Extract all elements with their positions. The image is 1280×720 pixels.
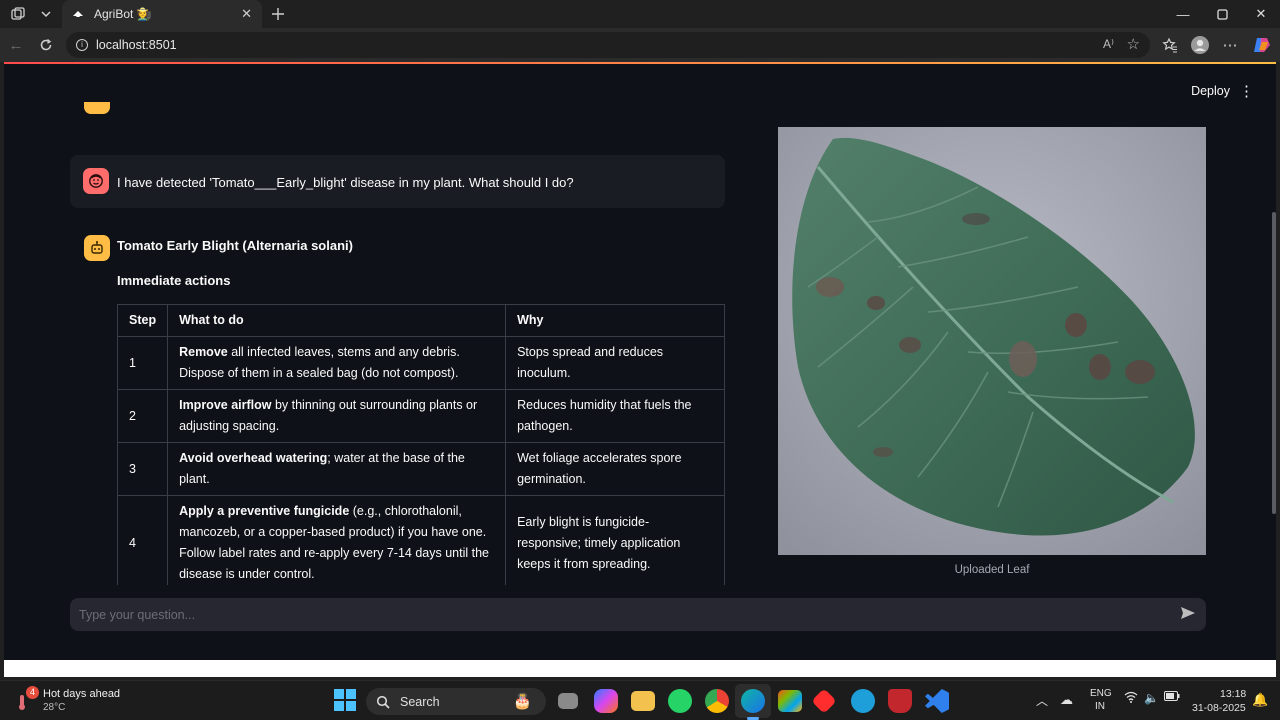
send-icon[interactable] [1180,605,1196,625]
browser-toolbar: ← i localhost:8501 A⁾ ☆ ⋯ [0,28,1280,62]
why-cell: Stops spread and reduces inoculum. [505,336,725,390]
step-cell: 2 [116,389,169,443]
tab-actions-chevron-icon[interactable] [34,2,58,26]
scroll-clip [4,585,764,595]
back-arrow-icon[interactable]: ← [4,33,28,57]
column-header-step: Step [116,304,169,337]
wifi-icon[interactable] [1124,691,1138,706]
close-window-icon[interactable]: ✕ [1242,4,1280,24]
notifications-bell-icon[interactable]: 🔔 [1252,692,1268,708]
new-tab-button[interactable] [266,2,290,26]
why-cell: Early blight is fungicide-responsive; ti… [505,495,725,591]
user-avatar-icon [83,168,109,194]
image-caption: Uploaded Leaf [954,564,1030,576]
actions-table: Step What to do Why 1 Remove all infecte… [116,304,725,591]
search-label: Search [400,694,440,709]
table-row: 2 Improve airflow by thinning out surrou… [116,389,725,443]
step-cell: 3 [116,442,169,496]
copilot-icon[interactable] [1250,33,1274,57]
url-text: localhost:8501 [96,38,177,52]
bot-avatar-icon [84,235,110,261]
favorites-icon[interactable] [1158,33,1182,57]
chat-input-placeholder: Type your question... [79,607,196,622]
why-cell: Reduces humidity that fuels the pathogen… [505,389,725,443]
red-diamond-app-icon[interactable] [811,688,837,714]
volume-icon[interactable]: 🔈 [1144,691,1159,705]
profile-avatar[interactable] [1188,33,1212,57]
weather-title[interactable]: Hot days ahead [43,688,120,700]
show-hidden-icons-chevron[interactable]: ︿ [1036,692,1048,709]
microsoft-store-icon[interactable] [778,690,802,712]
vscode-icon[interactable] [925,689,949,713]
browser-tab-bar: AgriBot 🧑‍🌾 ✕ — ✕ [0,0,1280,28]
action-bold-text: Improve airflow [179,398,272,412]
user-message-text: I have detected 'Tomato___Early_blight' … [117,175,574,190]
tab-close-icon[interactable]: ✕ [241,6,252,22]
copilot-app-icon[interactable] [594,689,618,713]
read-aloud-icon[interactable]: A⁾ [1103,37,1114,51]
streamlit-app: Deploy ⋮ I have detected 'Tomato___Early… [4,62,1276,660]
battery-icon[interactable] [1164,691,1180,704]
column-header-what-to-do: What to do [167,304,507,337]
main-menu-icon[interactable]: ⋮ [1239,82,1254,100]
address-bar[interactable]: i localhost:8501 A⁾ ☆ [66,32,1150,58]
what-to-do-cell: Avoid overhead watering; water at the ba… [167,442,507,496]
clock-date[interactable]: 31-08-2025 [1192,702,1246,714]
minimize-window-icon[interactable]: — [1164,4,1202,24]
deploy-button[interactable]: Deploy [1191,84,1230,98]
app-with-badge-icon[interactable] [851,689,875,713]
step-cell: 4 [116,495,169,591]
onedrive-cloud-icon[interactable]: ☁ [1060,692,1073,708]
step-cell: 1 [116,336,169,390]
chrome-icon[interactable] [705,689,729,713]
mcafee-icon[interactable] [888,689,912,713]
previous-bot-avatar [84,102,110,114]
weather-widget-icon[interactable]: 4 [16,686,40,713]
search-highlight-icon: 🎂 [513,693,532,710]
tab-title: AgriBot 🧑‍🌾 [94,7,152,21]
uploaded-leaf-image [778,127,1206,555]
more-options-icon[interactable]: ⋯ [1218,33,1242,57]
action-bold-text: Avoid overhead watering [179,451,328,465]
what-to-do-cell: Apply a preventive fungicide (e.g., chlo… [167,495,507,591]
why-cell: Wet foliage accelerates spore germinatio… [505,442,725,496]
whatsapp-icon[interactable] [668,689,692,713]
column-header-why: Why [505,304,725,337]
streamlit-favicon-icon [72,8,84,20]
table-row: 1 Remove all infected leaves, stems and … [116,336,725,390]
tab-agribot[interactable]: AgriBot 🧑‍🌾 ✕ [62,0,262,28]
favorite-star-icon[interactable]: ☆ [1127,35,1140,53]
refresh-icon[interactable] [34,33,58,57]
action-bold-text: Apply a preventive fungicide [179,504,350,518]
table-header-row: Step What to do Why [116,304,725,337]
language-bottom: IN [1095,701,1105,712]
maximize-window-icon[interactable] [1203,4,1241,24]
edge-icon[interactable] [741,689,765,713]
windows-start-icon[interactable] [334,689,356,711]
search-icon [376,695,390,709]
task-view-icon[interactable] [558,693,578,709]
taskbar-search[interactable]: Search 🎂 [366,688,546,715]
workspaces-icon[interactable] [6,2,30,26]
file-explorer-icon[interactable] [631,691,655,711]
what-to-do-cell: Remove all infected leaves, stems and an… [167,336,507,390]
site-info-icon[interactable]: i [76,39,88,51]
clock-time[interactable]: 13:18 [1220,688,1246,700]
table-row: 3 Avoid overhead watering; water at the … [116,442,725,496]
bot-response-subtitle: Immediate actions [117,273,231,288]
user-chat-message: I have detected 'Tomato___Early_blight' … [70,155,725,208]
header-accent-bar [4,62,1276,64]
bot-response-title: Tomato Early Blight (Alternaria solani) [117,238,353,253]
windows-taskbar: 4 Hot days ahead 28°C Search 🎂 ︿ ☁ ENG I… [0,680,1280,720]
weather-temp: 28°C [43,702,66,713]
action-bold-text: Remove [179,345,228,359]
page-bottom-strip [4,660,1276,677]
language-top[interactable]: ENG [1090,688,1112,699]
what-to-do-cell: Improve airflow by thinning out surround… [167,389,507,443]
chat-input[interactable]: Type your question... [70,598,1206,631]
scrollbar-thumb[interactable] [1272,212,1276,514]
weather-badge: 4 [26,686,39,699]
table-row: 4 Apply a preventive fungicide (e.g., ch… [116,495,725,591]
